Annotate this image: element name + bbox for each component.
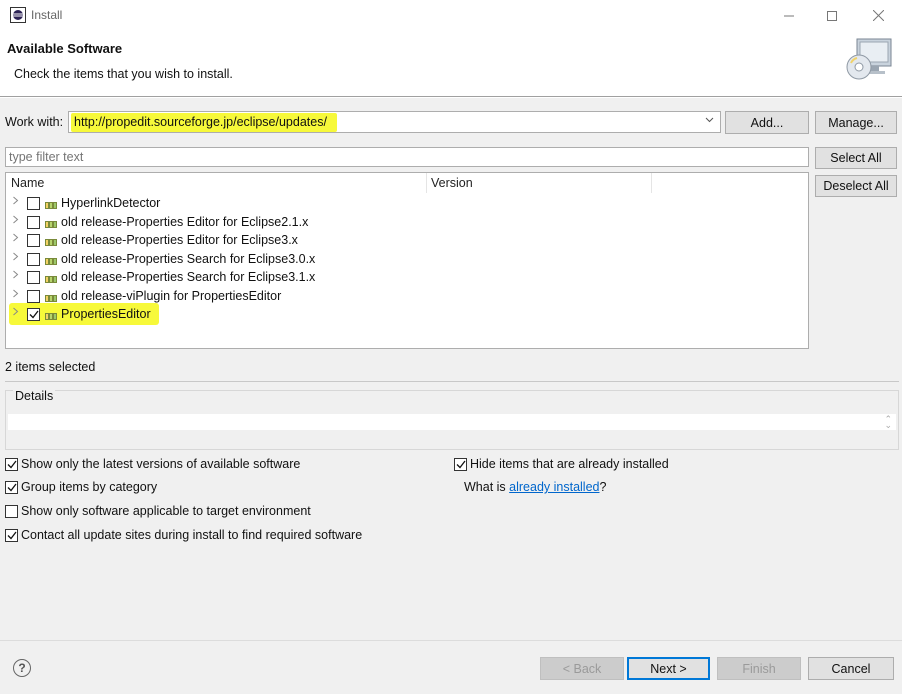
work-with-url: http://propedit.sourceforge.jp/eclipse/u… bbox=[74, 115, 327, 129]
column-divider bbox=[651, 173, 652, 193]
tree-row-label: old release-Properties Search for Eclips… bbox=[61, 251, 316, 266]
category-icon bbox=[45, 255, 58, 269]
selection-status: 2 items selected bbox=[5, 360, 96, 374]
expand-chevron-icon[interactable] bbox=[12, 307, 19, 319]
title-bar: Install bbox=[0, 0, 902, 31]
work-with-label: Work with: bbox=[5, 115, 64, 129]
finish-button[interactable]: Finish bbox=[717, 657, 801, 680]
option-label: Hide items that are already installed bbox=[470, 457, 669, 471]
option-label: Contact all update sites during install … bbox=[21, 528, 363, 542]
tree-row-label: HyperlinkDetector bbox=[61, 196, 161, 210]
select-all-button[interactable]: Select All bbox=[815, 147, 897, 169]
expand-chevron-icon[interactable] bbox=[12, 270, 19, 282]
eclipse-app-icon bbox=[10, 7, 26, 23]
divider bbox=[5, 381, 899, 382]
tree-row[interactable]: old release-Properties Editor for Eclips… bbox=[6, 231, 806, 249]
wizard-header: Available Software Check the items that … bbox=[0, 31, 902, 97]
category-icon bbox=[45, 273, 58, 287]
tree-row[interactable]: old release-Properties Editor for Eclips… bbox=[6, 213, 806, 231]
tree-row-label: old release-Properties Editor for Eclips… bbox=[61, 214, 309, 229]
expand-chevron-icon[interactable] bbox=[12, 215, 19, 227]
filter-field[interactable] bbox=[5, 147, 809, 167]
software-tree[interactable]: Name Version HyperlinkDetector old releas… bbox=[5, 172, 809, 349]
wizard-footer: ? < Back Next > Finish Cancel bbox=[0, 640, 902, 694]
expand-chevron-icon[interactable] bbox=[12, 233, 19, 245]
option-label: Show only software applicable to target … bbox=[21, 504, 311, 518]
checkbox[interactable] bbox=[454, 458, 467, 471]
option-label: Group items by category bbox=[21, 480, 158, 494]
tree-row-label: old release-viPlugin for PropertiesEdito… bbox=[61, 288, 282, 303]
category-icon bbox=[45, 310, 58, 324]
what-is-installed-text: What is already installed? bbox=[464, 480, 606, 494]
page-title: Available Software bbox=[7, 41, 123, 56]
category-icon bbox=[45, 218, 58, 232]
details-legend: Details bbox=[13, 389, 56, 403]
tree-row[interactable]: old release-Properties Search for Eclips… bbox=[6, 250, 806, 268]
row-checkbox[interactable] bbox=[27, 252, 40, 266]
row-checkbox[interactable] bbox=[27, 308, 40, 321]
what-is-prefix: What is bbox=[464, 480, 510, 494]
back-button[interactable]: < Back bbox=[540, 657, 624, 680]
tree-row[interactable]: old release-viPlugin for PropertiesEdito… bbox=[6, 287, 806, 305]
help-icon[interactable]: ? bbox=[13, 659, 31, 677]
page-description: Check the items that you wish to install… bbox=[14, 67, 233, 81]
row-checkbox[interactable] bbox=[27, 271, 40, 284]
tree-row[interactable]: PropertiesEditor bbox=[6, 305, 806, 323]
tree-row[interactable]: old release-Properties Search for Eclips… bbox=[6, 268, 806, 286]
checkbox[interactable] bbox=[5, 458, 18, 471]
tree-row-label: old release-Properties Editor for Eclips… bbox=[61, 233, 298, 247]
minimize-button[interactable] bbox=[766, 0, 812, 31]
install-wizard-icon bbox=[845, 35, 893, 83]
manage-button[interactable]: Manage... bbox=[815, 111, 897, 134]
deselect-all-button[interactable]: Deselect All bbox=[815, 175, 897, 197]
details-group: Details ⌃ ⌄ bbox=[5, 389, 899, 450]
maximize-button[interactable] bbox=[809, 0, 855, 31]
window-title: Install bbox=[31, 8, 63, 22]
expand-chevron-icon[interactable] bbox=[12, 252, 19, 264]
checkbox[interactable] bbox=[5, 529, 18, 542]
what-is-suffix: ? bbox=[599, 480, 607, 494]
next-button[interactable]: Next > bbox=[627, 657, 710, 680]
filter-input[interactable] bbox=[6, 148, 808, 166]
row-checkbox[interactable] bbox=[27, 234, 40, 247]
already-installed-link[interactable]: already installed bbox=[509, 480, 599, 494]
category-icon bbox=[45, 236, 58, 250]
option-label: Show only the latest versions of availab… bbox=[21, 457, 301, 471]
row-checkbox[interactable] bbox=[27, 197, 40, 210]
row-checkbox[interactable] bbox=[27, 289, 40, 303]
cancel-button[interactable]: Cancel bbox=[808, 657, 894, 680]
column-divider bbox=[426, 173, 427, 193]
expand-chevron-icon[interactable] bbox=[12, 289, 19, 301]
expand-chevron-icon[interactable] bbox=[12, 196, 19, 208]
wizard-body: Work with: http://propedit.sourceforge.j… bbox=[0, 98, 902, 640]
work-with-combo[interactable]: http://propedit.sourceforge.jp/eclipse/u… bbox=[68, 111, 721, 133]
checkbox[interactable] bbox=[5, 505, 18, 518]
scroll-arrows-icon[interactable]: ⌃ ⌄ bbox=[884, 415, 892, 430]
close-button[interactable] bbox=[855, 0, 901, 31]
chevron-down-icon[interactable] bbox=[705, 115, 714, 127]
checkbox[interactable] bbox=[5, 481, 18, 494]
tree-row[interactable]: HyperlinkDetector bbox=[6, 194, 806, 212]
row-checkbox[interactable] bbox=[27, 215, 40, 229]
details-text[interactable] bbox=[8, 414, 896, 430]
tree-row-label: PropertiesEditor bbox=[61, 307, 151, 321]
add-button[interactable]: Add... bbox=[725, 111, 809, 134]
column-header-version[interactable]: Version bbox=[431, 176, 473, 190]
tree-row-label: old release-Properties Search for Eclips… bbox=[61, 270, 316, 284]
column-header-name[interactable]: Name bbox=[11, 176, 44, 190]
category-icon bbox=[45, 199, 58, 213]
